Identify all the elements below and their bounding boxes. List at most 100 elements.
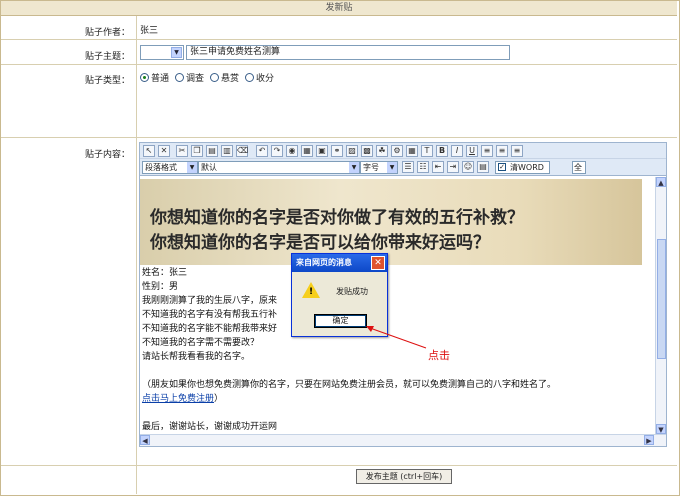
radio-label: 调查 xyxy=(186,74,205,84)
smiley-icon[interactable]: ☺ xyxy=(462,161,474,173)
cut-icon[interactable]: ✂ xyxy=(176,145,188,157)
pointer-icon[interactable]: ↖ xyxy=(143,145,155,157)
delete-icon[interactable]: ✕ xyxy=(158,145,170,157)
register-link[interactable]: 点击马上免费注册 xyxy=(142,394,214,404)
select-value: 字号 xyxy=(363,163,379,172)
warning-mark: ! xyxy=(309,287,314,297)
editor-content[interactable]: 你想知道你的名字是否对你做了有效的五行补救？ 你想知道你的名字是否可以给你带来好… xyxy=(140,177,655,434)
unordered-list-icon[interactable]: ☷ xyxy=(417,161,429,173)
radio-survey[interactable]: 调查 xyxy=(175,71,204,84)
row-divider xyxy=(1,39,677,40)
flash-icon[interactable]: ◉ xyxy=(286,145,298,157)
radio-icon xyxy=(210,73,220,82)
text-color-icon[interactable]: T xyxy=(421,145,433,157)
submit-button[interactable]: 发布主题 (ctrl+回车) xyxy=(356,469,452,484)
insert-image-icon[interactable]: ▩ xyxy=(361,145,373,157)
chevron-down-icon: ▼ xyxy=(187,162,197,173)
align-right-icon[interactable]: ≡ xyxy=(511,145,523,157)
select-value: 默认 xyxy=(201,163,217,172)
image-icon[interactable]: ▨ xyxy=(346,145,358,157)
subject-label: 贴子主题： xyxy=(84,52,130,62)
scroll-right-icon[interactable]: ▶ xyxy=(644,435,654,445)
subject-prefix-select[interactable]: ▼ xyxy=(140,45,184,60)
redo-icon[interactable]: ↷ xyxy=(271,145,283,157)
undo-icon[interactable]: ↶ xyxy=(256,145,268,157)
radio-icon xyxy=(245,73,255,82)
select-value: 段落格式 xyxy=(145,163,177,172)
radio-label: 普通 xyxy=(151,74,170,84)
fullscreen-button[interactable]: 全 xyxy=(572,161,586,174)
post-type-group: 普通 调查 悬赏 收分 xyxy=(140,71,274,84)
dialog-message: 发贴成功 xyxy=(336,287,368,296)
copy-icon[interactable]: ❐ xyxy=(191,145,203,157)
ordered-list-icon[interactable]: ☰ xyxy=(402,161,414,173)
table-icon[interactable]: ▦ xyxy=(301,145,313,157)
font-size-select[interactable]: 字号 ▼ xyxy=(360,161,398,174)
radio-label: 收分 xyxy=(256,74,275,84)
content-line: 请站长帮我看看我的名字。 xyxy=(142,352,251,362)
register-line-tail: ） xyxy=(214,394,224,404)
type-label: 贴子类型： xyxy=(84,76,130,86)
horizontal-scrollbar[interactable]: ◀ ▶ xyxy=(140,434,666,446)
editor-toolbar-top: ↖ ✕ ✂ ❐ ▤ ▥ ⌫ ↶ ↷ ◉ ▦ ▣ ⚭ ▨ ▩ ☘ ⚙ ▦ T B … xyxy=(140,143,666,159)
chevron-down-icon: ▼ xyxy=(387,162,397,173)
paragraph-format-select[interactable]: 段落格式 ▼ xyxy=(142,161,198,174)
bold-icon[interactable]: B xyxy=(436,145,448,157)
banner-line-2: 你想知道你的名字是否可以给你带来好运吗？ xyxy=(150,233,490,253)
row-divider xyxy=(1,465,677,466)
register-line: 点击马上免费注册） xyxy=(142,391,223,404)
radio-icon xyxy=(175,73,185,82)
subject-input[interactable]: 张三申请免费姓名测算 xyxy=(186,45,510,60)
editor-toolbar-bottom: 段落格式 ▼ 默认 ▼ 字号 ▼ ☰ ☷ ⇤ ⇥ ☺ ▤ ✓ 清WORD 全 xyxy=(140,159,666,176)
media-icon[interactable]: ▣ xyxy=(316,145,328,157)
paste-text-icon[interactable]: ▥ xyxy=(221,145,233,157)
row-divider xyxy=(1,64,677,65)
content-footer-line: 最后，谢谢站长，谢谢成功开运网 xyxy=(142,422,278,432)
font-select[interactable]: 默认 ▼ xyxy=(198,161,360,174)
content-line: 不知道我的名字需不需要改？ xyxy=(142,338,260,348)
row-divider xyxy=(1,137,677,138)
indent-icon[interactable]: ⇥ xyxy=(447,161,459,173)
content-note: （朋友如果你也想免费测算你的名字，只要在网站免费注册会员，就可以免费测算自己的八… xyxy=(142,380,557,390)
calendar-icon[interactable]: ▦ xyxy=(406,145,418,157)
close-icon[interactable]: ✕ xyxy=(371,256,385,270)
checkbox-label: 清WORD xyxy=(510,163,544,172)
outdent-icon[interactable]: ⇤ xyxy=(432,161,444,173)
radio-points[interactable]: 收分 xyxy=(245,71,274,84)
scroll-down-icon[interactable]: ▼ xyxy=(656,424,666,434)
checkbox-checked-icon: ✓ xyxy=(498,163,506,171)
chevron-down-icon: ▼ xyxy=(349,162,359,173)
content-line: 性别：男 xyxy=(142,282,179,292)
clean-word-checkbox[interactable]: ✓ 清WORD xyxy=(495,161,550,174)
content-line: 我刚刚测算了我的生辰八字，原来 xyxy=(142,296,278,306)
vertical-scrollbar[interactable]: ▲ ▼ xyxy=(655,177,666,434)
link-icon[interactable]: ⚭ xyxy=(331,145,343,157)
author-value: 张三 xyxy=(140,26,159,36)
radio-label: 悬赏 xyxy=(221,74,240,84)
author-label: 贴子作者： xyxy=(84,28,130,38)
radio-normal[interactable]: 普通 xyxy=(140,71,169,84)
annotation-text: 点击 xyxy=(428,349,450,362)
italic-icon[interactable]: I xyxy=(451,145,463,157)
emoticon-insert-icon[interactable]: ☘ xyxy=(376,145,388,157)
align-left-icon[interactable]: ≡ xyxy=(481,145,493,157)
paste-icon[interactable]: ▤ xyxy=(206,145,218,157)
content-line: 姓名：张三 xyxy=(142,268,188,278)
code-icon[interactable]: ▤ xyxy=(477,161,489,173)
scroll-left-icon[interactable]: ◀ xyxy=(140,435,150,445)
scroll-thumb[interactable] xyxy=(657,239,666,359)
column-divider xyxy=(136,16,137,494)
eraser-icon[interactable]: ⌫ xyxy=(236,145,248,157)
special-char-icon[interactable]: ⚙ xyxy=(391,145,403,157)
radio-reward[interactable]: 悬赏 xyxy=(210,71,239,84)
banner-line-1: 你想知道你的名字是否对你做了有效的五行补救？ xyxy=(150,208,524,228)
dialog-ok-button[interactable]: 确定 xyxy=(314,314,367,328)
content-line: 不知道我的名字有没有帮我五行补 xyxy=(142,310,278,320)
banner-image: 你想知道你的名字是否对你做了有效的五行补救？ 你想知道你的名字是否可以给你带来好… xyxy=(140,179,642,265)
scroll-up-icon[interactable]: ▲ xyxy=(656,177,666,187)
chevron-down-icon: ▼ xyxy=(171,47,182,58)
content-label: 贴子内容： xyxy=(84,150,130,160)
underline-icon[interactable]: U xyxy=(466,145,478,157)
align-center-icon[interactable]: ≡ xyxy=(496,145,508,157)
radio-selected-icon xyxy=(140,73,149,82)
